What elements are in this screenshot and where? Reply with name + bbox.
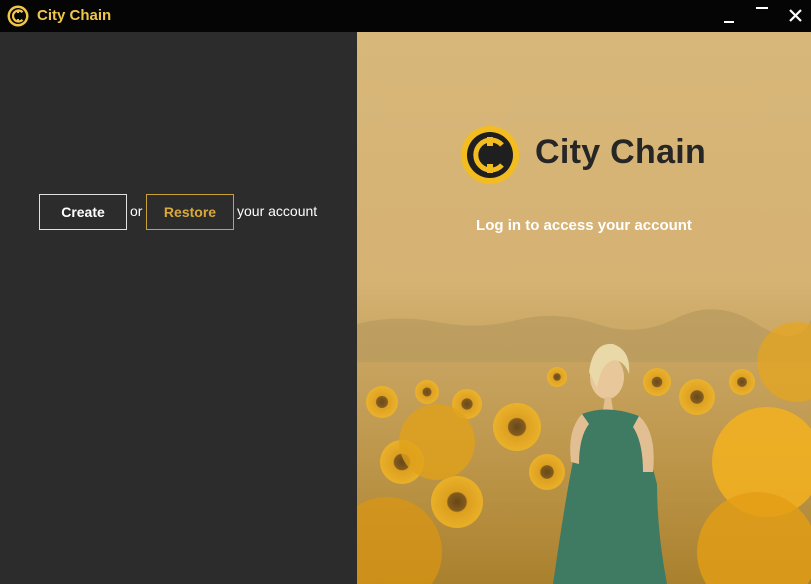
title-bar: City Chain <box>0 0 811 32</box>
minimize-button[interactable] <box>712 0 746 32</box>
login-tagline: Log in to access your account <box>476 217 692 234</box>
hero-panel: City Chain Log in to access your account <box>357 32 811 584</box>
auth-panel: Create or Restore your account <box>0 32 357 584</box>
maximize-icon <box>756 7 768 9</box>
app-title: City Chain <box>37 7 112 24</box>
or-label: or <box>130 203 143 219</box>
brand-name: City Chain <box>535 133 707 171</box>
minimize-icon <box>724 21 734 23</box>
restore-button[interactable]: Restore <box>146 194 234 230</box>
account-suffix-label: your account <box>237 203 318 219</box>
maximize-button[interactable] <box>745 0 779 32</box>
city-chain-logo-icon <box>461 126 519 184</box>
close-button[interactable] <box>778 0 811 32</box>
sunflower-field-photo <box>357 309 811 584</box>
city-chain-logo-icon <box>7 5 29 27</box>
create-button[interactable]: Create <box>39 194 127 230</box>
close-icon <box>789 9 802 22</box>
